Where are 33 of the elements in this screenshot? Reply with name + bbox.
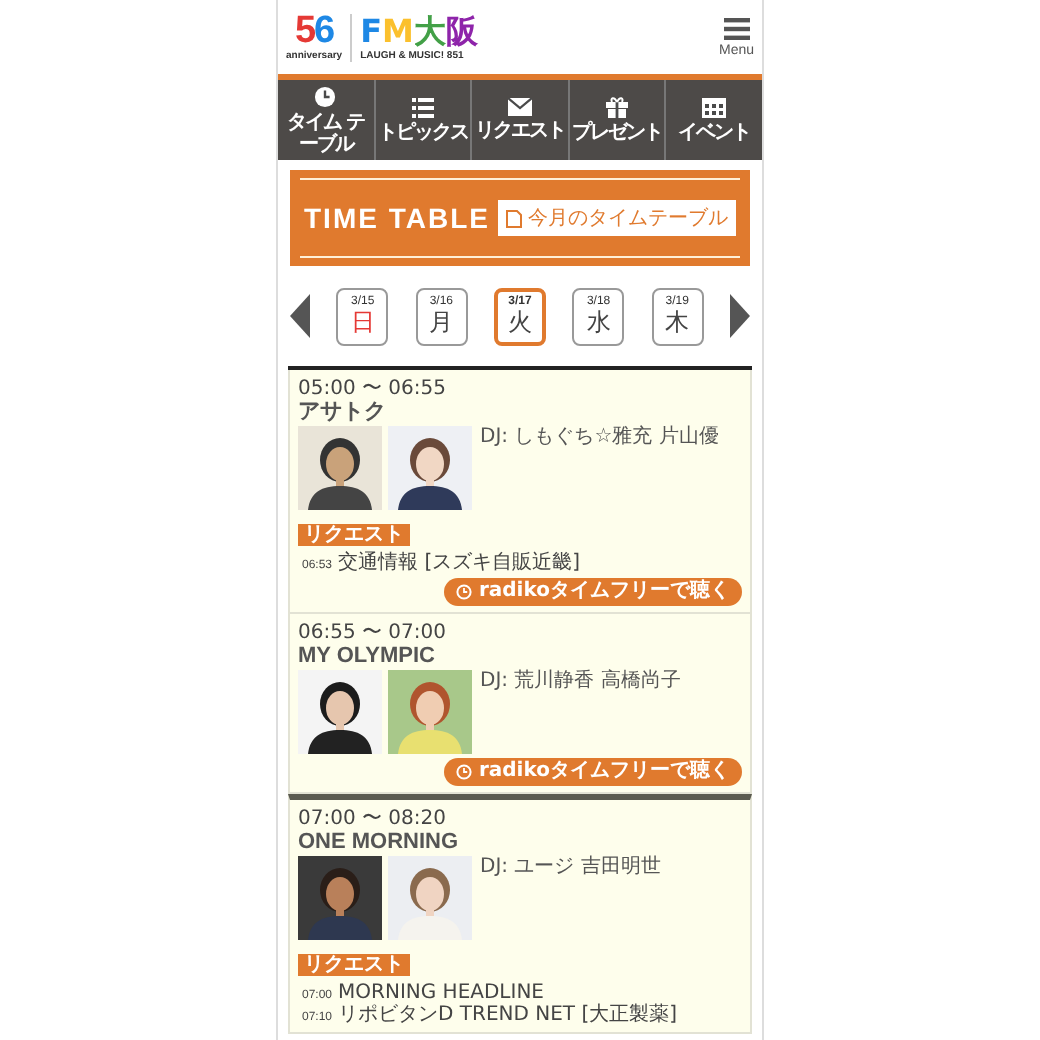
calendar-icon <box>702 97 727 117</box>
dj-names: DJ: ユージ 吉田明世 <box>480 856 661 882</box>
program-time: 07:00 〜 08:20 <box>298 808 448 830</box>
segment-title: 交通情報 [スズキ自販近畿] <box>338 552 580 574</box>
menu-icon <box>723 17 750 39</box>
previous-arrow[interactable] <box>290 294 310 338</box>
nav-tab[interactable]: イベント <box>666 80 762 160</box>
next-arrow[interactable] <box>729 294 750 338</box>
list-icon <box>411 97 434 117</box>
logo-name: FM大阪 <box>360 13 478 49</box>
gift-icon <box>606 96 629 118</box>
right-triangle-icon <box>729 294 750 338</box>
clock-icon <box>314 85 337 107</box>
nav-tab[interactable]: プレゼント <box>569 80 667 160</box>
segment-title: リポビタンD TREND NET [大正製薬] <box>338 1004 678 1026</box>
program-title: MY OLYMPIC <box>298 644 437 670</box>
program-time: 05:00 〜 06:55 <box>298 378 448 400</box>
nav-tab[interactable]: タイム テーブル <box>278 80 376 160</box>
dj-names: DJ: 荒川静香 高橋尚子 <box>480 670 681 696</box>
banner-title: TIME TABLE <box>304 202 490 234</box>
clock-icon <box>456 584 473 600</box>
segment-title: MORNING HEADLINE <box>338 982 544 1004</box>
nav-tab[interactable]: トピックス <box>375 80 473 160</box>
nav-tab[interactable]: リクエスト <box>472 80 570 160</box>
document-icon <box>506 209 522 227</box>
program-title: ONE MORNING <box>298 830 461 856</box>
clock-icon <box>456 764 473 780</box>
logo-number: 56 <box>294 13 334 49</box>
program-time: 06:55 〜 07:00 <box>298 622 448 644</box>
left-triangle-icon <box>290 294 310 338</box>
program-title: アサトク <box>298 400 388 426</box>
envelope-icon <box>507 98 532 116</box>
dj-names: DJ: しもぐち☆雅充 片山優 <box>480 426 719 452</box>
